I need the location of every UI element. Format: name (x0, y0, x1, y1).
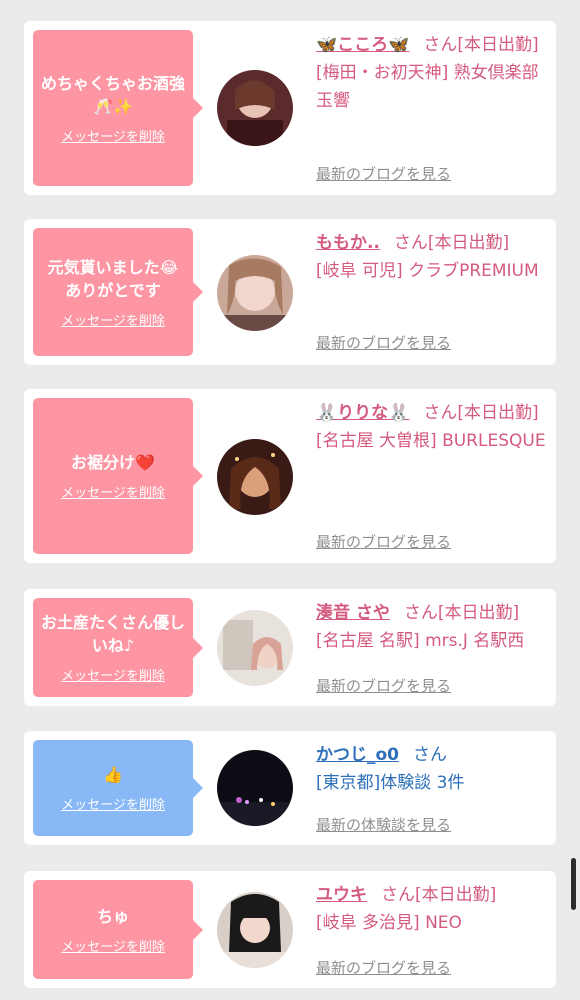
message-text: ちゅ (96, 906, 129, 926)
message-card: お土産たくさん優しいね♪ メッセージを削除 湊音 さや さん[本日出勤] [名古屋… (24, 589, 556, 706)
latest-blog-link[interactable]: 最新のブログを見る (316, 531, 451, 552)
status-text: [本日出勤] (427, 233, 510, 253)
status-text: [本日出勤] (457, 35, 539, 55)
message-bubble: ちゅ メッセージを削除 (33, 880, 203, 979)
shop-text: [岐阜 可児] クラブPREMIUM (316, 261, 539, 281)
message-bubble: 👍 メッセージを削除 (33, 740, 203, 836)
profile-info: ももか.. さん[本日出勤] [岐阜 可児] クラブPREMIUM (316, 229, 554, 285)
message-text: 元気貰いました😂ありがとです (47, 257, 179, 300)
profile-name-link[interactable]: 🐰りりな🐰 (316, 403, 409, 423)
message-bubble: お土産たくさん優しいね♪ メッセージを削除 (33, 598, 203, 697)
status-text: [本日出勤] (415, 885, 497, 905)
status-text: [本日出勤] (437, 603, 520, 623)
honorific: さん (403, 603, 438, 623)
profile-name-link[interactable]: 🦋こころ🦋 (316, 35, 409, 55)
latest-blog-link[interactable]: 最新のブログを見る (316, 675, 451, 696)
shop-text: [名古屋 名駅] mrs.J 名駅西 (316, 631, 525, 651)
avatar[interactable] (217, 255, 293, 331)
avatar[interactable] (217, 892, 293, 968)
honorific: さん (423, 35, 458, 55)
avatar[interactable] (217, 439, 293, 515)
latest-blog-link[interactable]: 最新のブログを見る (316, 332, 451, 353)
avatar[interactable] (217, 70, 293, 146)
message-text: お裾分け❤️ (71, 453, 155, 472)
message-bubble: めちゃくちゃお酒強🥂✨ メッセージを削除 (33, 30, 203, 186)
delete-message-link[interactable]: メッセージを削除 (61, 665, 165, 684)
shop-text: [岐阜 多治見] NEO (316, 913, 462, 933)
profile-name-link[interactable]: かつじ_o0 (316, 745, 399, 765)
profile-name-link[interactable]: ユウキ (316, 885, 367, 905)
message-text: お土産たくさん優しいね♪ (41, 613, 186, 655)
shop-text: [梅田・お初天神] 熟女倶楽部 玉響 (316, 63, 539, 111)
profile-info: 湊音 さや さん[本日出勤] [名古屋 名駅] mrs.J 名駅西 (316, 599, 554, 655)
shop-text: [名古屋 大曽根] BURLESQUE (316, 431, 546, 451)
message-text: 👍 (103, 765, 123, 784)
honorific: さん (413, 745, 448, 765)
profile-info: 🦋こころ🦋 さん[本日出勤] [梅田・お初天神] 熟女倶楽部 玉響 (316, 31, 554, 115)
shop-text: [東京都]体験談 3件 (316, 773, 465, 793)
message-text: めちゃくちゃお酒強🥂✨ (41, 73, 186, 116)
latest-experience-link[interactable]: 最新の体験談を見る (316, 814, 451, 835)
latest-blog-link[interactable]: 最新のブログを見る (316, 957, 451, 978)
avatar[interactable] (217, 750, 293, 826)
message-card: お裾分け❤️ メッセージを削除 🐰りりな🐰 さん[本日出勤] [名古屋 大曽根] … (24, 389, 556, 563)
message-card: 👍 メッセージを削除 かつじ_o0 さん [東京都]体験談 3件 最新の体験談を見… (24, 731, 556, 845)
delete-message-link[interactable]: メッセージを削除 (61, 936, 165, 955)
latest-blog-link[interactable]: 最新のブログを見る (316, 163, 451, 184)
honorific: さん (381, 885, 415, 905)
status-text: [本日出勤] (457, 403, 539, 423)
delete-message-link[interactable]: メッセージを削除 (61, 794, 165, 813)
message-bubble: 元気貰いました😂ありがとです メッセージを削除 (33, 228, 203, 356)
delete-message-link[interactable]: メッセージを削除 (61, 126, 165, 145)
profile-info: 🐰りりな🐰 さん[本日出勤] [名古屋 大曽根] BURLESQUE (316, 399, 554, 455)
message-card: めちゃくちゃお酒強🥂✨ メッセージを削除 🦋こころ🦋 さん[本日出勤] [梅田・お… (24, 21, 556, 195)
honorific: さん (393, 233, 428, 253)
message-card: 元気貰いました😂ありがとです メッセージを削除 ももか.. さん[本日出勤] [岐… (24, 219, 556, 365)
message-bubble: お裾分け❤️ メッセージを削除 (33, 398, 203, 554)
message-card: ちゅ メッセージを削除 ユウキ さん[本日出勤] [岐阜 多治見] NEO 最新の… (24, 871, 556, 988)
delete-message-link[interactable]: メッセージを削除 (61, 482, 165, 501)
profile-name-link[interactable]: 湊音 さや (316, 603, 390, 623)
profile-info: ユウキ さん[本日出勤] [岐阜 多治見] NEO (316, 881, 554, 937)
honorific: さん (423, 403, 458, 423)
delete-message-link[interactable]: メッセージを削除 (61, 310, 165, 329)
profile-info: かつじ_o0 さん [東京都]体験談 3件 (316, 741, 554, 797)
avatar[interactable] (217, 610, 293, 686)
profile-name-link[interactable]: ももか.. (316, 233, 380, 253)
scrollbar-thumb[interactable] (571, 858, 576, 910)
